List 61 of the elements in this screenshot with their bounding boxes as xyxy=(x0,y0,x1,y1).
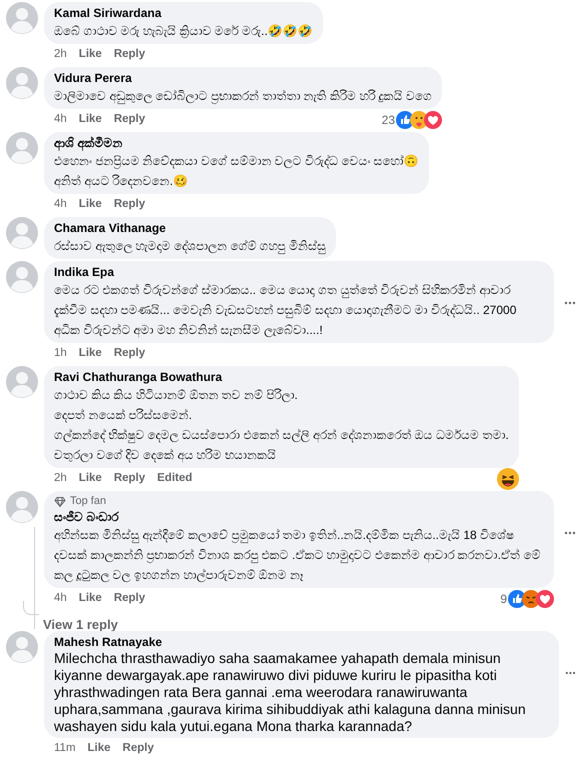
comment-action-link[interactable]: Like xyxy=(78,590,102,608)
comment-action-link[interactable]: Like xyxy=(78,111,102,129)
comment-action-link[interactable]: Reply xyxy=(122,740,154,758)
comment-text: අහින්සක මිනිස්සු ඇන්දීමේ කලාවේ ප්‍රමුකයෝ තමා ඉතින්..නයි.දම්මික පැනිය..මැයි 18 විශේෂ දවසක් කාලකන්නි ප්‍රභාකරන් විනාශ කරපු එකට .ඒකට හාමුදාවට එකෙන්ම ආචාර කරනවා.ඒත් මේ කල දූටුකල වල ඉහගන්න හාල්පාරුවනම් ඕනම නෑ xyxy=(54,527,542,584)
comment-time[interactable]: 4h xyxy=(54,590,67,608)
comment-time[interactable]: 2h xyxy=(54,470,67,488)
more-options-icon[interactable] xyxy=(564,301,576,305)
author-name[interactable]: Chamara Vithanage xyxy=(54,220,326,236)
view-replies-link[interactable]: View 1 reply xyxy=(43,617,118,633)
heart-reaction-icon xyxy=(536,590,554,608)
laughing-reaction-icon xyxy=(496,468,519,490)
avatar-icon[interactable] xyxy=(6,261,38,293)
comment-action-link[interactable]: Reply xyxy=(114,46,146,64)
comment-text: ගාථාව කිය කිය හිටියානම් ඕතන තව නම් පිරිලා. xyxy=(54,387,299,404)
author-name[interactable]: Kamal Siriwardana xyxy=(54,5,313,21)
more-options-icon[interactable] xyxy=(564,531,576,535)
comment-action-link[interactable]: Like xyxy=(78,470,102,488)
edited-label: Edited xyxy=(157,471,192,486)
author-name[interactable]: Mahesh Ratnayake xyxy=(54,634,550,650)
avatar-icon[interactable] xyxy=(6,366,38,398)
author-name[interactable]: සංජීව බංඩාර xyxy=(54,509,544,525)
comment-action-link[interactable]: Like xyxy=(88,740,111,758)
comment-action-link[interactable]: Like xyxy=(78,196,102,214)
reaction-count[interactable]: 23 xyxy=(382,111,396,129)
diamond-icon xyxy=(54,496,66,508)
comment-time[interactable]: 4h xyxy=(54,196,67,214)
comment-action-link[interactable]: Reply xyxy=(114,590,146,608)
avatar-icon[interactable] xyxy=(6,67,38,99)
more-options-icon[interactable] xyxy=(565,671,576,675)
comment-action-link[interactable]: Reply xyxy=(114,196,146,214)
heart-reaction-icon xyxy=(424,111,442,129)
comment-action-link[interactable]: Reply xyxy=(114,111,146,129)
comment-action-link[interactable]: Reply xyxy=(114,470,146,488)
comment-text: අනිත් අයට රිදෙනවනෙ.🥴 xyxy=(54,173,190,190)
reaction-count[interactable]: 9 xyxy=(500,590,507,608)
author-name[interactable]: Indika Epa xyxy=(54,264,544,280)
avatar-icon[interactable] xyxy=(6,132,38,164)
comment-time[interactable]: 1h xyxy=(54,345,67,363)
comment-time[interactable]: 11m xyxy=(54,740,76,758)
comment-text: චතුරලා වගේ දිව දෙකේ අය හරිම භයානකයි xyxy=(54,447,278,464)
comment-action-link[interactable]: Reply xyxy=(114,345,146,363)
author-name[interactable]: ආශි අක්මීමන xyxy=(54,135,419,151)
avatar-icon[interactable] xyxy=(6,217,38,249)
comment-text: මෙය රට එකගත් විරුවන්ගේ ස්මාරකය.. මෙය යොදා ගත යුත්තේ විරුවන් සිහිකරමින් ආචාර දැක්වීම සදහා පමණයි... මෙවැනි වැඩසටහන් පසුබිම් සදහා යොදාගැනීමට මා විරුද්ධයි.. 27000 අධික විරුවන්ට අමා මහ නිවනින් සැනසීම ලැබේවා....! xyxy=(54,282,518,340)
avatar-icon[interactable] xyxy=(6,2,38,34)
avatar-icon[interactable] xyxy=(6,631,38,663)
comment-time[interactable]: 4h xyxy=(54,111,67,129)
comment-text: මාලිමාවෙ අඩුකුලෙ ඩෝබිලාට ප්‍රභාකරන් තාත්තා නැති කිරිම හරි දුකයි වගෙ xyxy=(54,88,432,106)
comment-time[interactable]: 2h xyxy=(54,46,67,64)
comment-action-link[interactable]: Like xyxy=(78,345,102,363)
comment-text: ඔබේ ගාථාව මරු හැබැයි ක්‍රියාව මරේ මරු..🤣🤣🤣 xyxy=(54,23,313,40)
comment-text: Milechcha thrasthawadiyo saha saamakamee yahapath demala minisun kiyanne dewargayak.ape ranawiruwo divi piduwe kuriru le pipasitha koti yhrasthwadingen rata Bera gannai .ema weerodara ranawiruwanta uphara,sammana ,gaurava kirima sihibuddiyak athi kalaguna danna minisun washayen sidu kala yutui.egana Mona tharka karannada? xyxy=(54,650,527,735)
author-name[interactable]: Vidura Perera xyxy=(54,70,432,86)
comment-text: ගල්කන්දේ භික්ෂුව දෙමල ඩයස්පොරා එකෙන් සල්ලි අරන් දේශනාකරෙත් ඔය ධර්මයම තමා. xyxy=(54,427,509,445)
top-fan-label: Top fan xyxy=(70,494,106,510)
comment-text: එහෙනං ජනප්‍රියම නිවේදකයා වගේ සම්මාන වලට විරුද්ධ වෙයං සහෝ🙃 xyxy=(54,153,419,171)
comment-text: දෙපත් නයෙක් පරිස්සමෙන්. xyxy=(54,407,194,424)
comment-action-link[interactable]: Like xyxy=(78,46,102,64)
comment-text: රස්සාව ඇතුලෙ හැමදාම දේශපාලන ගේම් ගහපු මිනිස්සු xyxy=(54,238,326,256)
avatar-icon[interactable] xyxy=(6,491,38,523)
author-name[interactable]: Ravi Chathuranga Bowathura xyxy=(54,369,509,385)
